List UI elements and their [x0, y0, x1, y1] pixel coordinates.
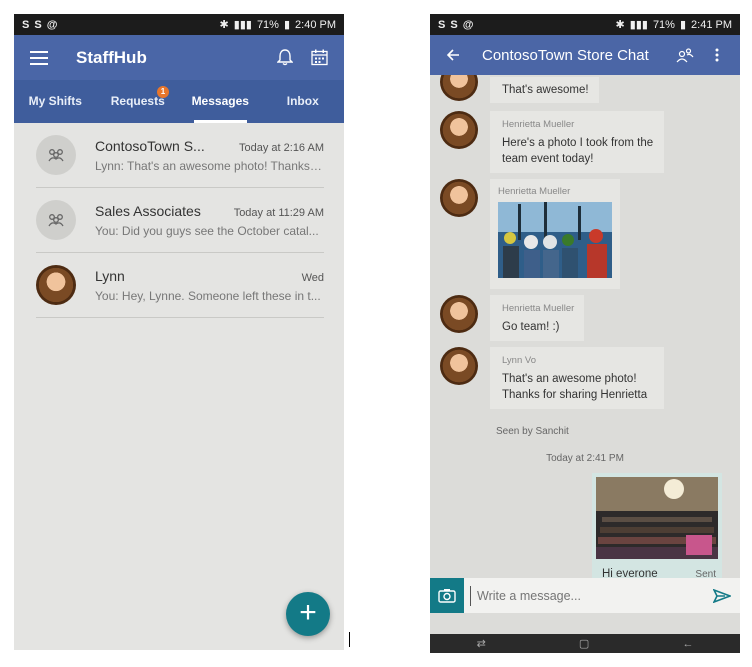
tab-label: Requests: [110, 94, 165, 108]
conversation-item[interactable]: Lynn Wed You: Hey, Lynne. Someone left t…: [36, 253, 324, 318]
seen-by-label: Seen by Sanchit: [496, 426, 569, 437]
conversation-time: Today at 2:16 AM: [239, 141, 324, 154]
conversation-item[interactable]: Sales Associates Today at 11:29 AM You: …: [36, 188, 324, 253]
tab-my-shifts[interactable]: My Shifts: [14, 80, 97, 123]
hamburger-menu-icon[interactable]: [26, 45, 52, 71]
system-nav-bar: ⇄ ▢ ←: [430, 634, 740, 653]
tab-inbox[interactable]: Inbox: [262, 80, 345, 123]
tab-requests[interactable]: Requests 1: [97, 80, 180, 123]
message-text: That's awesome!: [502, 84, 589, 96]
sender-name: Henrietta Mueller: [502, 119, 575, 130]
sender-name: Henrietta Mueller: [498, 186, 571, 197]
camera-icon: [438, 589, 456, 603]
bluetooth-icon: ✱: [219, 19, 229, 31]
timestamp-label: Today at 2:41 PM: [546, 453, 624, 464]
carrier-icon: S: [450, 18, 458, 31]
back-arrow-icon[interactable]: [440, 42, 466, 68]
status-bar: S S @ ✱ ▮▮▮ 71% ▮ 2:41 PM: [430, 14, 740, 35]
divider: [349, 632, 350, 647]
tab-bar: My Shifts Requests 1 Messages Inbox: [14, 80, 344, 123]
compose-bar: [430, 578, 740, 613]
conversation-time: Today at 11:29 AM: [233, 206, 324, 219]
team-kayak-photo[interactable]: [498, 202, 612, 278]
conversation-preview: Lynn: That's an awesome photo! Thanks f.…: [95, 158, 324, 173]
conversation-time: Wed: [301, 271, 324, 284]
battery-level: 71%: [256, 18, 279, 31]
avatar: [36, 265, 76, 305]
notification-icon: @: [46, 18, 58, 31]
conference-hall-photo[interactable]: [596, 477, 718, 559]
tab-messages[interactable]: Messages: [179, 80, 262, 123]
group-icon: [36, 200, 76, 240]
message: Lynn Vo That's an awesome photo! Thanks …: [440, 347, 664, 409]
conversation-preview: You: Did you guys see the October catal.…: [95, 223, 319, 238]
message-bubble: Henrietta Mueller: [490, 179, 620, 289]
calendar-icon[interactable]: [306, 45, 332, 71]
staffhub-screen: S S @ ✱ ▮▮▮ 71% ▮ 2:40 PM StaffHub My Sh…: [14, 14, 344, 650]
message-bubble: Lynn Vo That's an awesome photo! Thanks …: [490, 347, 664, 409]
avatar: [440, 179, 478, 217]
message-list: That's awesome! Henrietta Mueller Here's…: [430, 75, 740, 599]
app-title: StaffHub: [76, 47, 147, 67]
sender-name: Lynn Vo: [502, 355, 536, 366]
message: Henrietta Mueller: [440, 179, 620, 289]
conversation-preview: You: Hey, Lynne. Someone left these in t…: [95, 288, 321, 303]
carrier-icon: S: [22, 18, 30, 31]
message-bubble: Henrietta Mueller Here's a photo I took …: [490, 111, 664, 173]
avatar: [440, 295, 478, 333]
status-bar: S S @ ✱ ▮▮▮ 71% ▮ 2:40 PM: [14, 14, 344, 35]
avatar: [440, 347, 478, 385]
send-icon: [713, 588, 731, 603]
message: That's awesome!: [440, 75, 599, 103]
bell-icon[interactable]: [272, 45, 298, 71]
message: Henrietta Mueller Go team! :): [440, 295, 585, 341]
members-icon[interactable]: [672, 42, 698, 68]
camera-button[interactable]: [430, 578, 464, 613]
message-bubble: That's awesome!: [490, 77, 599, 103]
conversation-name: ContosoTown S...: [95, 137, 205, 154]
message-text: That's an awesome photo! Thanks for shar…: [502, 373, 648, 401]
app-bar: StaffHub: [14, 35, 344, 80]
message-text: Here's a photo I took from the team even…: [502, 137, 654, 165]
chat-screen: S S @ ✱ ▮▮▮ 71% ▮ 2:41 PM ContosoTown St…: [430, 14, 740, 653]
message: Henrietta Mueller Here's a photo I took …: [440, 111, 664, 173]
avatar: [440, 111, 478, 149]
send-button[interactable]: [704, 588, 740, 603]
chat-header: ContosoTown Store Chat: [430, 35, 740, 75]
home-icon[interactable]: ▢: [579, 637, 589, 650]
notification-icon: @: [462, 18, 474, 31]
conversation-name: Lynn: [95, 267, 125, 284]
back-icon[interactable]: ←: [682, 638, 693, 650]
battery-icon: ▮: [679, 19, 687, 31]
sender-name: Henrietta Mueller: [502, 303, 575, 314]
group-icon: [36, 135, 76, 175]
avatar: [440, 75, 478, 101]
message-text: Go team! :): [502, 321, 560, 333]
message-bubble: Henrietta Mueller Go team! :): [490, 295, 585, 341]
signal-icon: ▮▮▮: [629, 19, 648, 31]
signal-icon: ▮▮▮: [233, 19, 252, 31]
conversation-name: Sales Associates: [95, 202, 201, 219]
carrier-icon: S: [438, 18, 446, 31]
clock: 2:41 PM: [691, 18, 732, 31]
battery-level: 71%: [652, 18, 675, 31]
carrier-icon: S: [34, 18, 42, 31]
conversation-item[interactable]: ContosoTown S... Today at 2:16 AM Lynn: …: [36, 123, 324, 188]
more-options-icon[interactable]: [704, 42, 730, 68]
clock: 2:40 PM: [295, 18, 336, 31]
tab-label: Messages: [191, 94, 249, 108]
chat-title: ContosoTown Store Chat: [482, 46, 649, 64]
new-conversation-button[interactable]: +: [286, 592, 330, 636]
tab-label: My Shifts: [28, 94, 82, 108]
tab-label: Inbox: [286, 94, 319, 108]
message-input[interactable]: [470, 585, 704, 606]
conversation-list: ContosoTown S... Today at 2:16 AM Lynn: …: [14, 123, 344, 318]
notification-badge: 1: [157, 86, 169, 98]
battery-icon: ▮: [283, 19, 291, 31]
recent-apps-icon[interactable]: ⇄: [477, 637, 486, 650]
bluetooth-icon: ✱: [615, 19, 625, 31]
